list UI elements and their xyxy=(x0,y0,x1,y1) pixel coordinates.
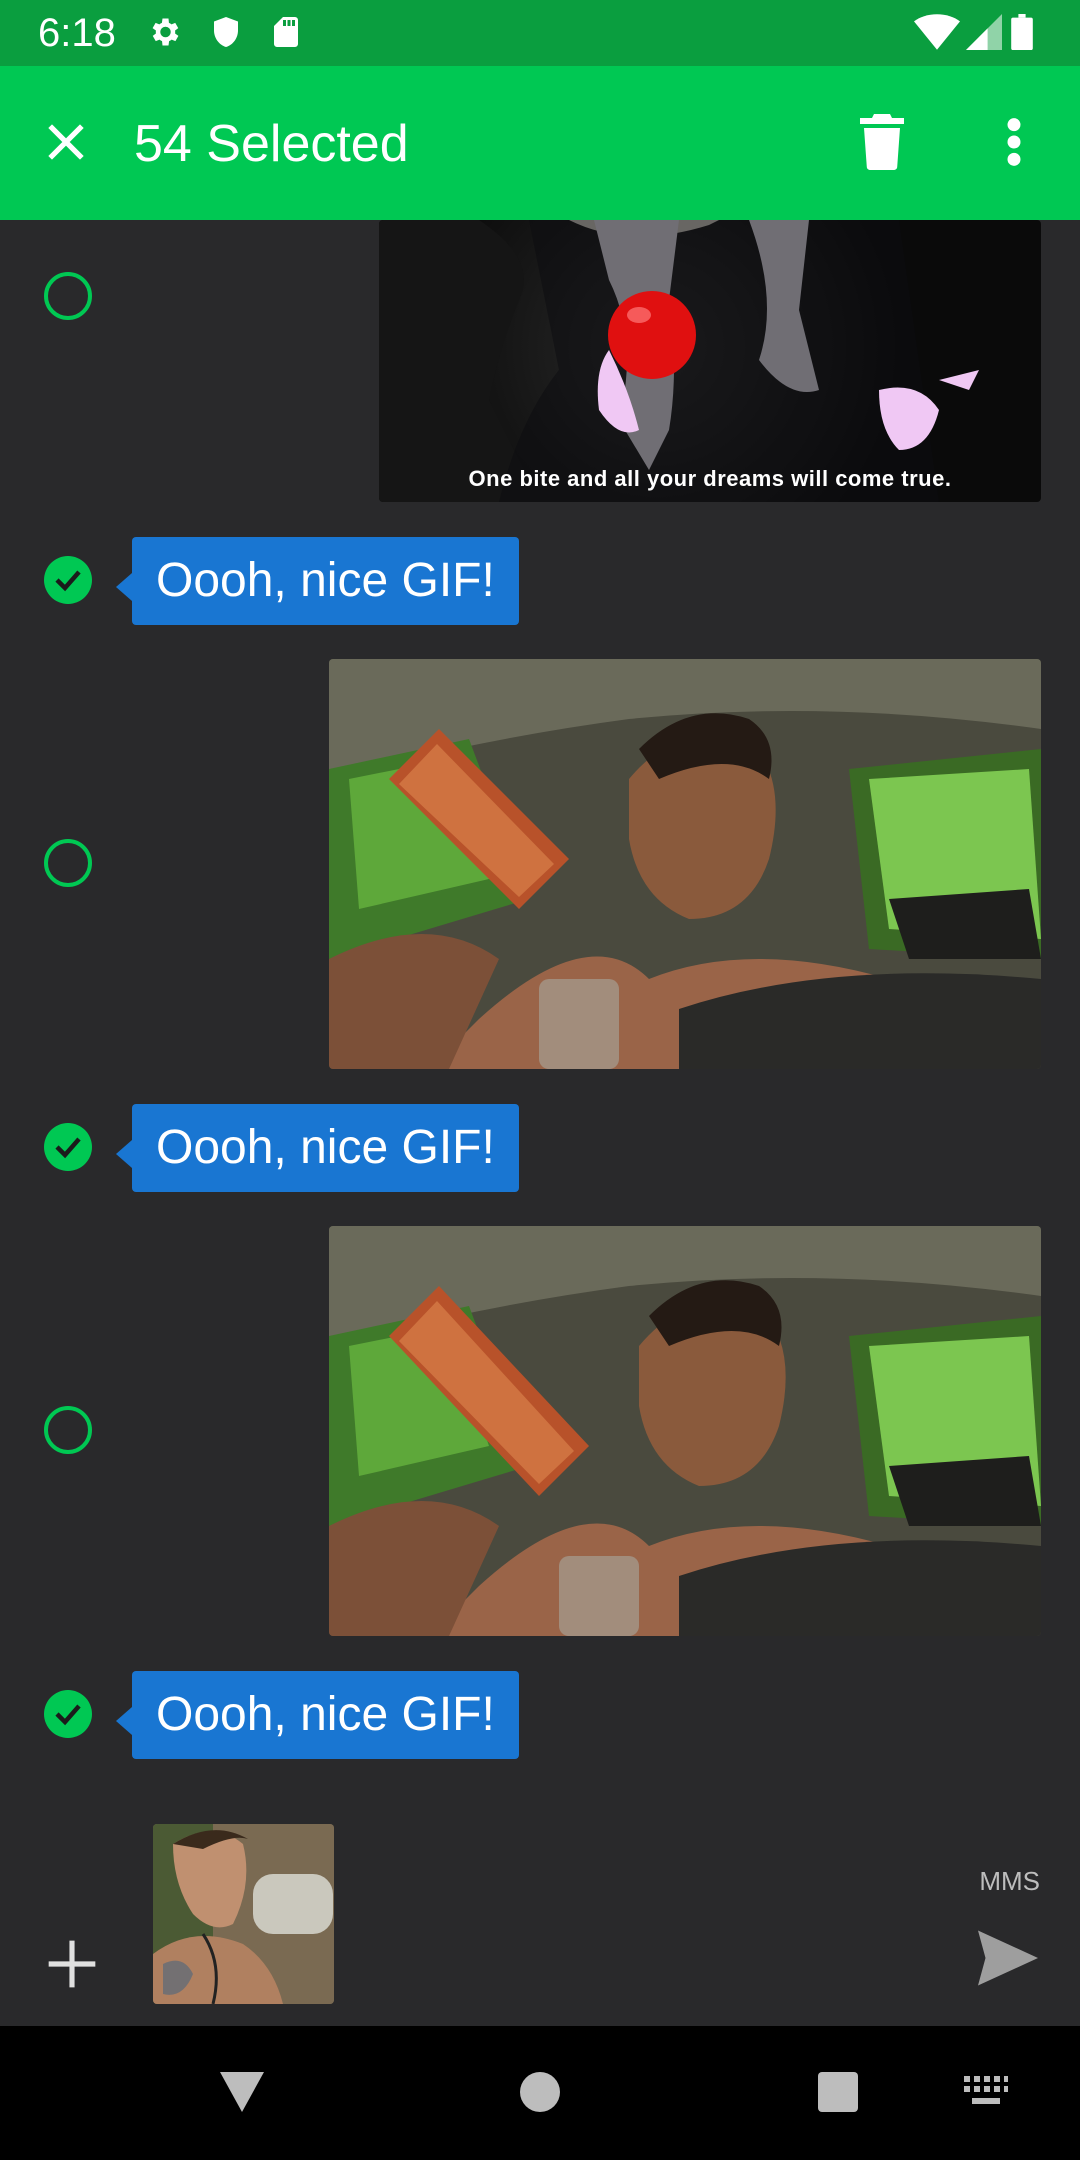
select-circle-checked[interactable] xyxy=(44,1690,92,1738)
select-circle-checked[interactable] xyxy=(44,1123,92,1171)
wifi-icon xyxy=(914,14,960,50)
select-circle-unchecked[interactable] xyxy=(44,839,92,887)
check-icon xyxy=(55,570,81,592)
back-icon[interactable] xyxy=(220,2072,264,2117)
select-circle-unchecked[interactable] xyxy=(44,272,92,320)
recents-icon[interactable] xyxy=(818,2072,858,2117)
gif-caption: One bite and all your dreams will come t… xyxy=(468,466,952,491)
home-icon[interactable] xyxy=(520,2072,560,2117)
message-bubble[interactable]: Oooh, nice GIF! xyxy=(116,537,519,625)
nav-bar xyxy=(0,2026,1080,2160)
plus-icon[interactable] xyxy=(44,1936,100,1997)
message-bubble[interactable]: Oooh, nice GIF! xyxy=(116,1104,519,1192)
check-icon xyxy=(55,1704,81,1726)
compose-area: MMS xyxy=(0,1800,1080,2026)
gear-icon xyxy=(146,14,182,50)
select-circle-checked[interactable] xyxy=(44,556,92,604)
message-bubble[interactable]: Oooh, nice GIF! xyxy=(116,1671,519,1759)
select-circle-unchecked[interactable] xyxy=(44,1406,92,1454)
gif-message-car[interactable] xyxy=(329,659,1041,1069)
keyboard-icon[interactable] xyxy=(964,2076,1008,2111)
signal-icon xyxy=(966,14,1002,50)
more-vert-icon[interactable] xyxy=(1004,116,1024,173)
gif-message-car[interactable] xyxy=(329,1226,1041,1636)
close-icon[interactable] xyxy=(42,118,90,171)
status-bar: 6:18 xyxy=(0,0,1080,66)
image-attachment[interactable] xyxy=(153,1824,334,2004)
screen: 6:18 54 Selected One bite and all your d… xyxy=(0,0,1080,2160)
check-icon xyxy=(55,1137,81,1159)
battery-icon xyxy=(1010,14,1038,51)
sd-card-icon xyxy=(268,14,304,50)
shield-icon xyxy=(208,14,244,50)
send-icon[interactable] xyxy=(978,1930,1038,1991)
gif-message-witch[interactable]: One bite and all your dreams will come t… xyxy=(379,220,1041,502)
app-bar: 54 Selected xyxy=(0,66,1080,220)
mms-label: MMS xyxy=(979,1866,1040,1896)
delete-icon[interactable] xyxy=(858,114,906,175)
selection-count-title: 54 Selected xyxy=(134,115,409,173)
status-time: 6:18 xyxy=(38,11,116,55)
